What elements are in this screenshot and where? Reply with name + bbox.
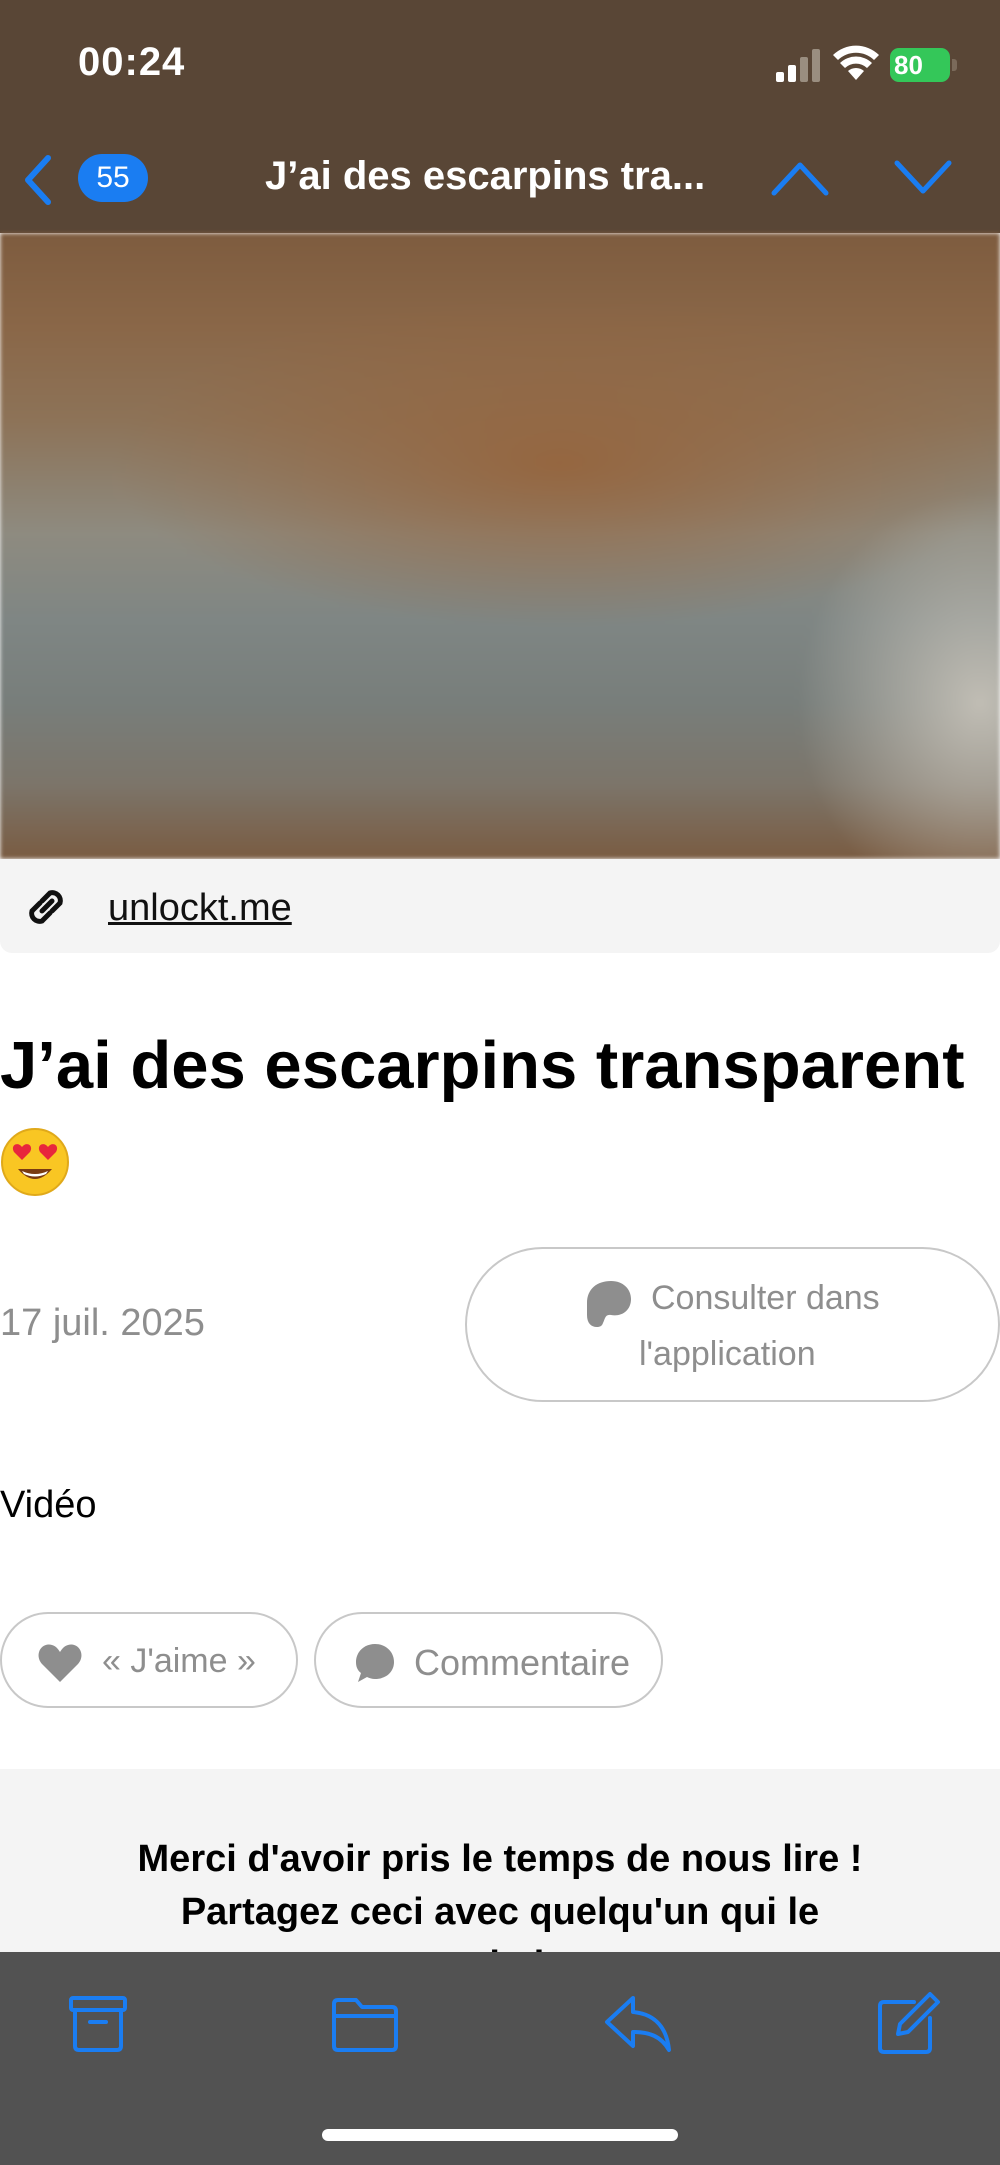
previous-message-chevron-up-icon[interactable] [770,155,830,199]
like-button[interactable]: « J'aime » [0,1612,298,1708]
link-url[interactable]: unlockt.me [108,887,292,930]
header: 00:24 80 55 J’ai des escarpins tra... [0,0,1000,233]
article-title-text: J’ai des escarpins transparent [0,1028,965,1103]
like-label: « J'aime » [102,1642,256,1680]
reply-icon[interactable] [603,1992,673,2056]
compose-icon[interactable] [874,1992,944,2056]
status-icons: 80 [740,42,1000,86]
next-message-chevron-down-icon[interactable] [893,155,953,199]
status-time: 00:24 [78,40,186,84]
wifi-icon [833,45,879,80]
comment-bubble-icon [356,1644,394,1682]
home-indicator[interactable] [322,2129,678,2141]
article-date: 17 juil. 2025 [0,1302,205,1344]
media-type-label: Vidéo [0,1484,97,1526]
blurred-hero-image[interactable] [0,233,1000,859]
link-icon [29,890,63,924]
article-title: J’ai des escarpins transparent [0,1020,1000,1204]
heart-icon [38,1644,82,1682]
open-in-app-button[interactable]: Consulter dans l'application [465,1247,1000,1402]
thank-you-line2: Partagez ceci avec quelqu'un qui le [180,1891,820,1933]
battery-icon: 80 [890,44,960,84]
link-preview-bar[interactable]: unlockt.me [0,859,1000,953]
heart-eyes-emoji-icon [1,1128,69,1197]
back-chevron-icon[interactable] [18,152,58,208]
open-in-app-label-line1: Consulter dans [651,1279,880,1317]
folder-icon[interactable] [330,1992,400,2056]
cellular-signal-icon [776,49,820,82]
open-in-app-label-line2: l'application [639,1335,816,1373]
patreon-logo-icon [587,1281,631,1327]
comment-label: Commentaire [414,1642,631,1683]
battery-level: 80 [894,50,923,80]
message-subject-title: J’ai des escarpins tra... [265,154,706,198]
thank-you-line1: Merci d'avoir pris le temps de nous lire… [137,1838,863,1880]
unread-count-badge[interactable]: 55 [78,154,148,202]
comment-button[interactable]: Commentaire [314,1612,663,1708]
archive-icon[interactable] [63,1992,133,2056]
